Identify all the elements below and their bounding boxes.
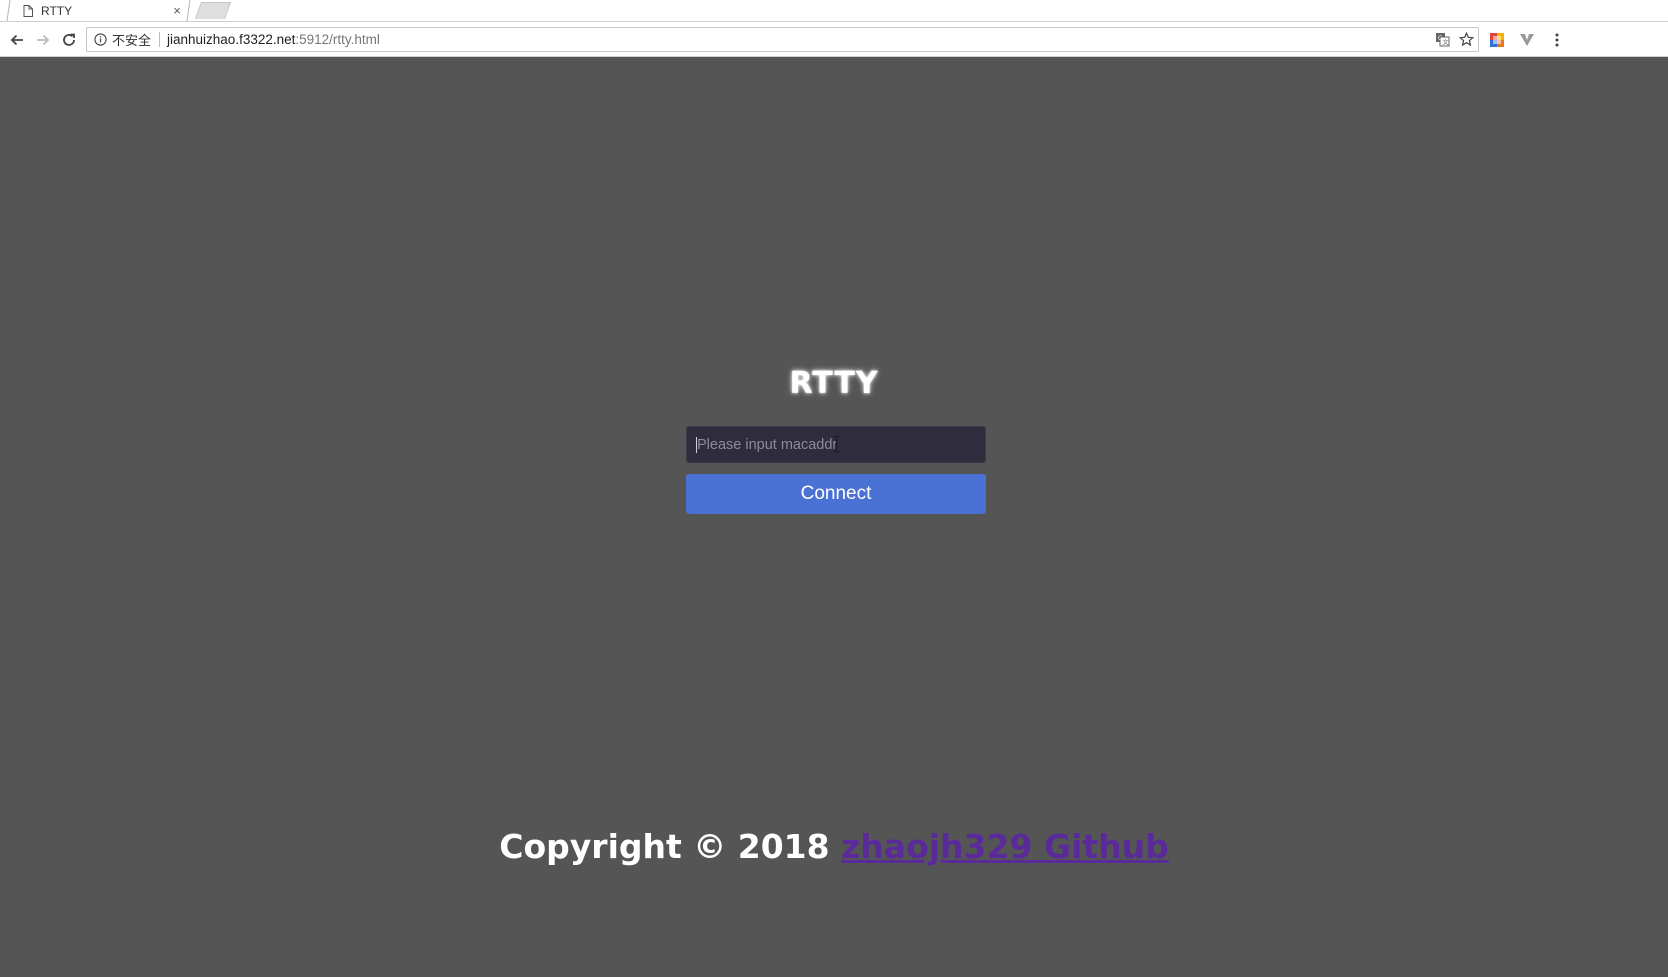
text-caret (696, 437, 697, 453)
new-tab-button[interactable] (194, 2, 232, 19)
back-arrow-icon[interactable] (6, 29, 28, 51)
copyright-text: Copyright © 2018 (499, 827, 842, 866)
kebab-menu-icon[interactable] (1542, 27, 1572, 52)
connect-button[interactable]: Connect (686, 474, 986, 514)
github-link[interactable]: zhaojh329 Github (841, 827, 1169, 866)
translate-icon[interactable]: G 文 (1430, 28, 1454, 51)
footer: Copyright © 2018 zhaojh329 Github (0, 827, 1668, 866)
tab-close-icon[interactable]: × (169, 3, 185, 19)
svg-text:文: 文 (1442, 39, 1448, 47)
browser-tab-strip: RTTY × (0, 0, 1668, 22)
tab-title: RTTY (41, 3, 73, 18)
url-path: :5912/rtty.html (295, 32, 380, 47)
address-bar[interactable]: 不安全 jianhuizhao.f3322.net:5912/rtty.html… (86, 27, 1479, 52)
bookmark-star-icon[interactable] (1454, 28, 1478, 51)
url-host: jianhuizhao.f3322.net (167, 32, 296, 47)
ibeam-cursor-icon (833, 436, 840, 452)
security-label[interactable]: 不安全 (112, 30, 151, 49)
page-title: RTTY (789, 366, 879, 401)
forward-arrow-icon[interactable] (32, 29, 54, 51)
info-icon[interactable] (94, 33, 107, 46)
browser-tab[interactable]: RTTY × (14, 0, 189, 21)
vivaldi-v-icon[interactable] (1512, 27, 1542, 52)
url-separator (159, 32, 161, 47)
page-body: RTTY Connect Copyright © 2018 zhaojh329 … (0, 57, 1668, 977)
extension-color-icon[interactable] (1482, 27, 1512, 52)
browser-toolbar: 不安全 jianhuizhao.f3322.net:5912/rtty.html… (0, 22, 1668, 57)
document-icon (22, 4, 33, 17)
reload-icon[interactable] (58, 29, 80, 51)
